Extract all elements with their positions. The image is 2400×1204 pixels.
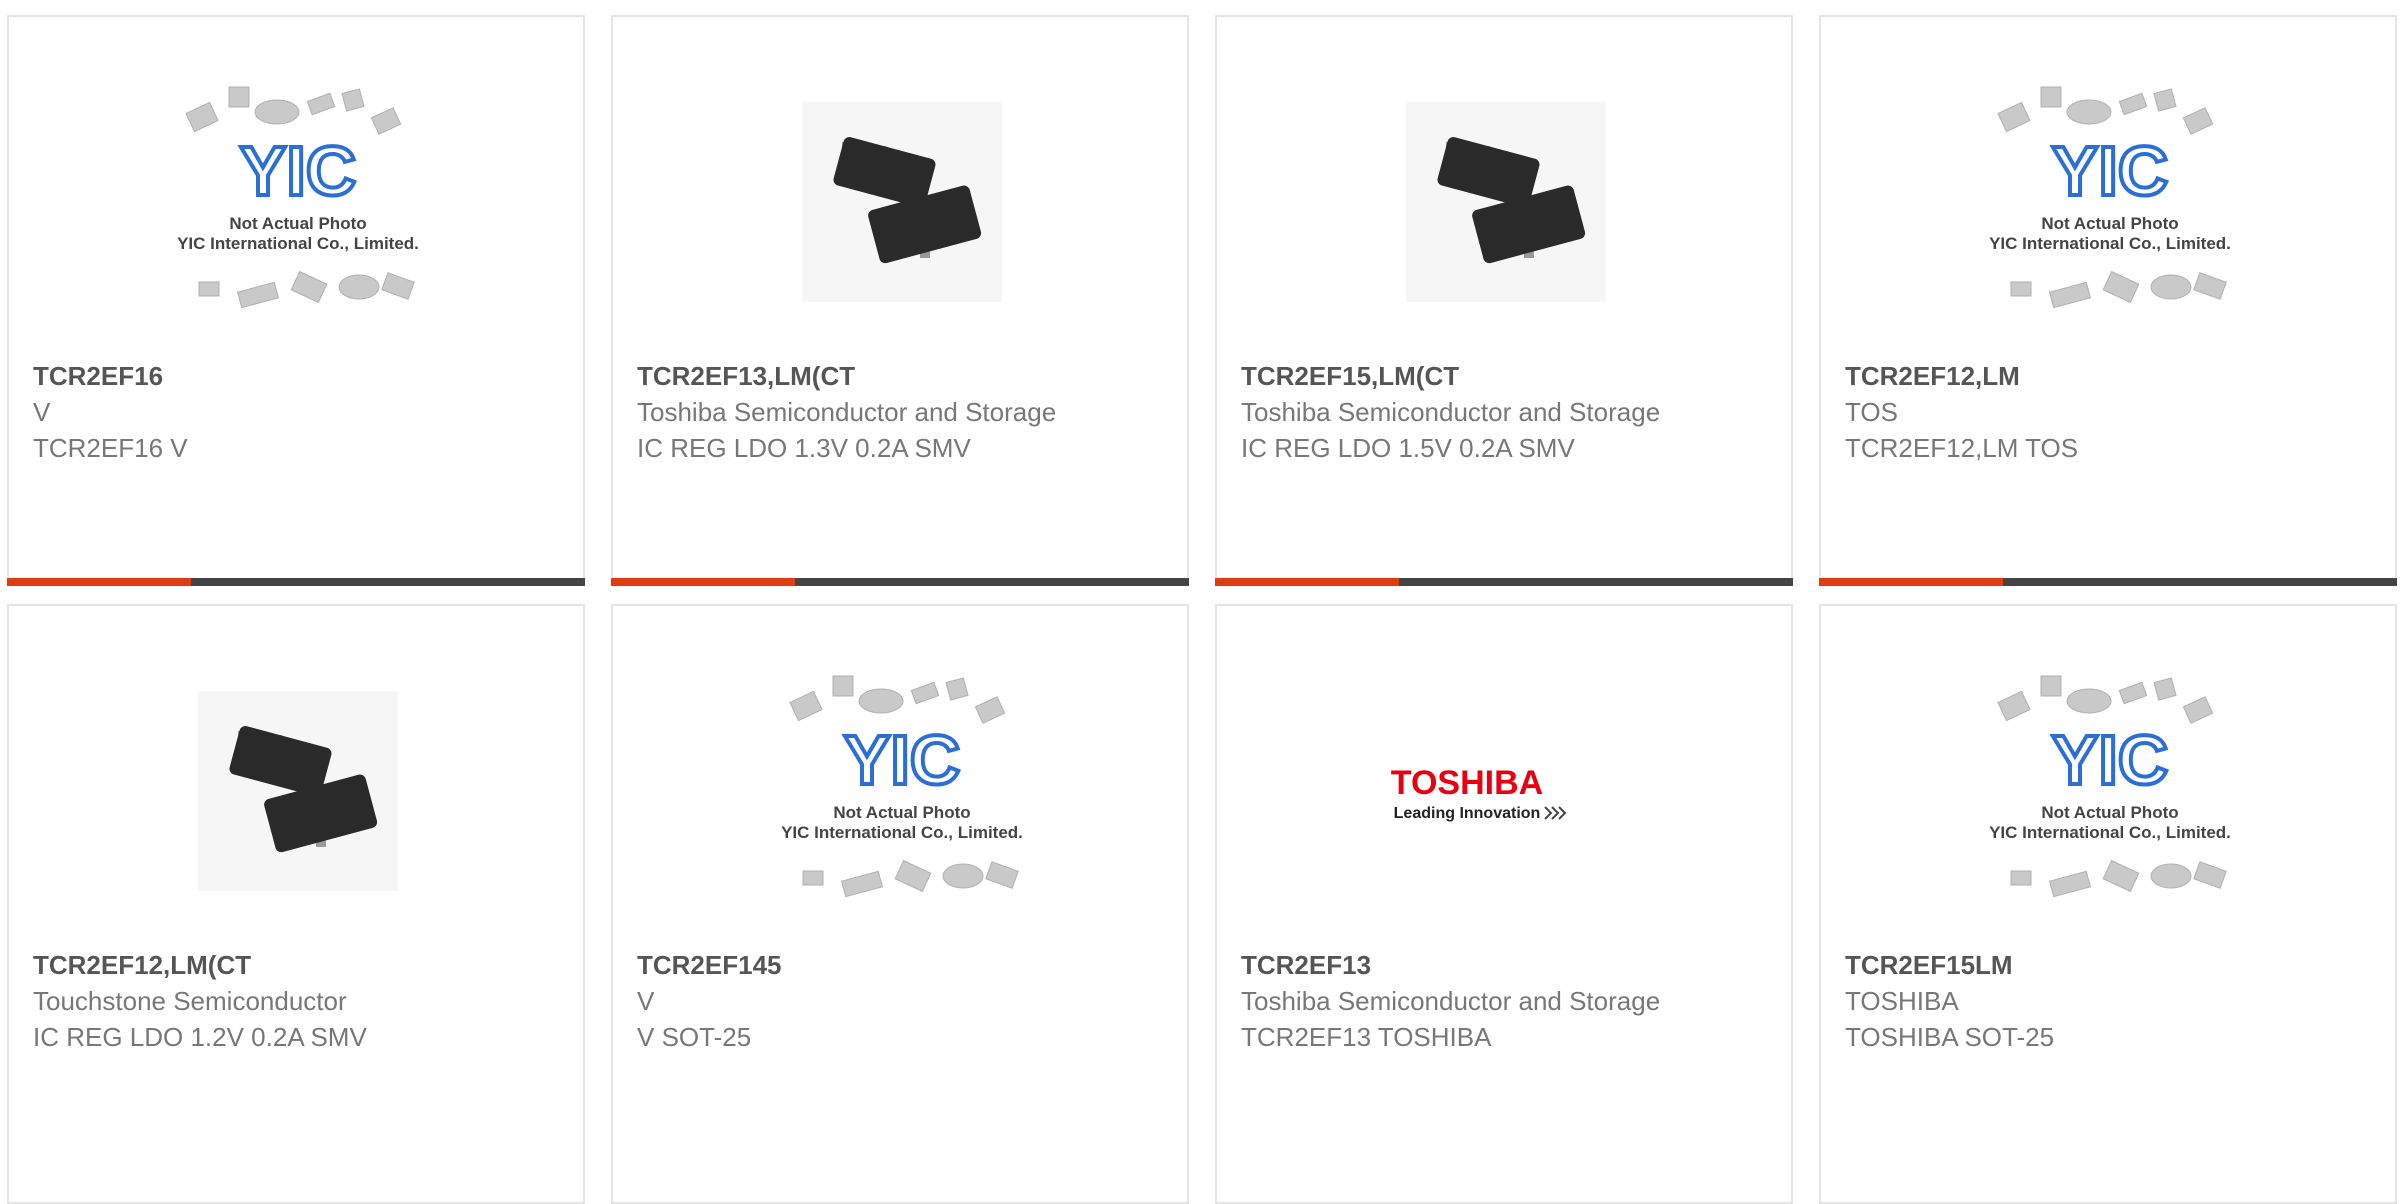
card-footer-bar — [611, 578, 1189, 586]
yic-logo: YIC — [844, 721, 961, 799]
product-manufacturer: Toshiba Semiconductor and Storage — [637, 397, 1057, 427]
not-actual-line1: Not Actual Photo — [2041, 803, 2178, 822]
product-description: TCR2EF16 V — [33, 433, 188, 463]
toshiba-tagline: Leading Innovation — [1394, 805, 1541, 822]
card-footer-accent — [611, 578, 795, 586]
product-image-chip[interactable] — [159, 666, 437, 916]
product-name[interactable]: TCR2EF13 — [1241, 947, 1771, 983]
product-manufacturer: Toshiba Semiconductor and Storage — [1241, 397, 1661, 427]
product-description: IC REG LDO 1.3V 0.2A SMV — [637, 433, 971, 463]
product-manufacturer: Toshiba Semiconductor and Storage — [1241, 986, 1661, 1016]
card-footer-accent — [1215, 578, 1399, 586]
yic-logo: YIC — [240, 132, 357, 210]
product-manufacturer: V — [33, 397, 51, 427]
not-actual-line2: YIC International Co., Limited. — [781, 823, 1023, 842]
not-actual-line1: Not Actual Photo — [2041, 214, 2178, 233]
product-manufacturer: TOS — [1845, 397, 1898, 427]
not-actual-line2: YIC International Co., Limited. — [177, 234, 419, 253]
product-name[interactable]: TCR2EF145 — [637, 947, 1167, 983]
product-card[interactable]: YIC Not Actual Photo YIC International C… — [1819, 15, 2397, 586]
not-actual-line2: YIC International Co., Limited. — [1989, 234, 2231, 253]
product-card[interactable]: TCR2EF15,LM(CT Toshiba Semiconductor and… — [1215, 15, 1793, 586]
card-footer-bar — [1819, 578, 2397, 586]
yic-logo: YIC — [2052, 721, 2169, 799]
card-footer-bar — [7, 578, 585, 586]
product-image-toshiba-logo[interactable]: TOSHIBA Leading Innovation — [1367, 666, 1645, 916]
product-image-chip[interactable] — [1367, 77, 1645, 327]
product-image-chip[interactable] — [763, 77, 1041, 327]
product-description: TCR2EF13 TOSHIBA — [1241, 1022, 1492, 1052]
tagline-chevrons-icon — [1544, 806, 1567, 820]
product-manufacturer: V — [637, 986, 655, 1016]
product-name[interactable]: TCR2EF13,LM(CT — [637, 358, 1167, 394]
product-name[interactable]: TCR2EF15LM — [1845, 947, 2375, 983]
product-description: IC REG LDO 1.5V 0.2A SMV — [1241, 433, 1575, 463]
product-image-placeholder[interactable]: YIC Not Actual Photo YIC International C… — [763, 666, 1041, 916]
card-footer-accent — [7, 578, 191, 586]
product-card[interactable]: YIC Not Actual Photo YIC International C… — [7, 15, 585, 586]
product-image-placeholder[interactable]: YIC Not Actual Photo YIC International C… — [1971, 77, 2249, 327]
toshiba-logo: TOSHIBA — [1391, 764, 1543, 802]
product-name[interactable]: TCR2EF16 — [33, 358, 563, 394]
not-actual-line1: Not Actual Photo — [833, 803, 970, 822]
product-card[interactable]: TCR2EF13,LM(CT Toshiba Semiconductor and… — [611, 15, 1189, 586]
product-description: V SOT-25 — [637, 1022, 752, 1052]
product-description: TOSHIBA SOT-25 — [1845, 1022, 2055, 1052]
product-image-placeholder[interactable]: YIC Not Actual Photo YIC International C… — [1971, 666, 2249, 916]
product-name[interactable]: TCR2EF12,LM(CT — [33, 947, 563, 983]
not-actual-line1: Not Actual Photo — [229, 214, 366, 233]
product-description: TCR2EF12,LM TOS — [1845, 433, 2079, 463]
product-manufacturer: Touchstone Semiconductor — [33, 986, 347, 1016]
product-card[interactable]: TOSHIBA Leading Innovation TCR2EF13 Tosh… — [1215, 604, 1793, 1204]
product-card[interactable]: TCR2EF12,LM(CT Touchstone Semiconductor … — [7, 604, 585, 1204]
product-description: IC REG LDO 1.2V 0.2A SMV — [33, 1022, 367, 1052]
product-name[interactable]: TCR2EF12,LM — [1845, 358, 2375, 394]
yic-logo: YIC — [2052, 132, 2169, 210]
card-footer-accent — [1819, 578, 2003, 586]
not-actual-line2: YIC International Co., Limited. — [1989, 823, 2231, 842]
product-manufacturer: TOSHIBA — [1845, 986, 1959, 1016]
card-footer-bar — [1215, 578, 1793, 586]
product-card[interactable]: YIC Not Actual Photo YIC International C… — [1819, 604, 2397, 1204]
product-name[interactable]: TCR2EF15,LM(CT — [1241, 358, 1771, 394]
product-card[interactable]: YIC Not Actual Photo YIC International C… — [611, 604, 1189, 1204]
product-image-placeholder[interactable]: YIC Not Actual Photo YIC International C… — [159, 77, 437, 327]
